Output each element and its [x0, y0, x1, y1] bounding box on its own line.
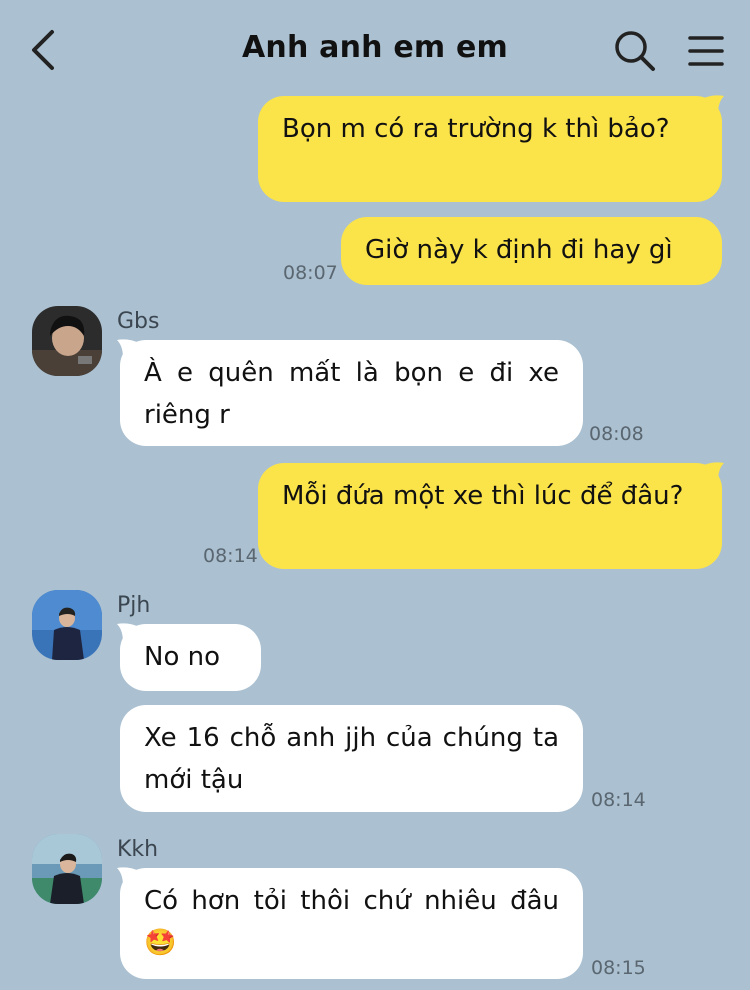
search-button[interactable] [612, 28, 658, 74]
sender-name: Gbs [117, 309, 160, 334]
chat-header: Anh anh em em [0, 0, 750, 100]
sender-name: Pjh [117, 593, 151, 618]
message-text: À e quên mất là bọn e đi xe riêng r [144, 358, 559, 430]
message-time: 08:14 [203, 545, 258, 567]
avatar-photo [32, 590, 102, 660]
message-text: Giờ này k định đi hay gì [365, 235, 673, 265]
bubble-tail [704, 95, 724, 114]
message-time: 08:15 [591, 957, 646, 979]
avatar-pjh[interactable] [32, 590, 102, 660]
menu-icon [688, 36, 724, 66]
menu-button[interactable] [686, 32, 726, 70]
avatar-kkh[interactable] [32, 834, 102, 904]
avatar-photo [32, 834, 102, 904]
bubble-tail [117, 623, 137, 642]
message-text: No no [144, 642, 221, 672]
message-bubble-outgoing[interactable]: Mỗi đứa một xe thì lúc để đâu? [258, 463, 722, 569]
message-bubble-incoming[interactable]: À e quên mất là bọn e đi xe riêng r [120, 340, 583, 446]
bubble-tail [704, 462, 724, 481]
avatar-gbs[interactable] [32, 306, 102, 376]
message-time: 08:08 [589, 423, 644, 445]
sender-name: Kkh [117, 837, 159, 862]
message-time: 08:14 [591, 789, 646, 811]
avatar-photo [32, 306, 102, 376]
message-bubble-incoming[interactable]: Có hơn tỏi thôi chứ nhiêu đâu🤩 [120, 868, 583, 979]
search-icon [615, 31, 655, 71]
message-bubble-incoming[interactable]: No no [120, 624, 261, 691]
message-text: Mỗi đứa một xe thì lúc để đâu? [282, 481, 684, 511]
message-bubble-outgoing[interactable]: Bọn m có ra trường k thì bảo? [258, 96, 722, 202]
message-bubble-incoming[interactable]: Xe 16 chỗ anh jjh của chúng ta mới tậu [120, 705, 583, 812]
bubble-tail [117, 339, 137, 358]
message-bubble-outgoing[interactable]: Giờ này k định đi hay gì [341, 217, 722, 285]
message-text: Xe 16 chỗ anh jjh của chúng ta mới tậu [144, 723, 559, 795]
message-time: 08:07 [283, 262, 338, 284]
bubble-tail [117, 867, 137, 886]
message-text: Bọn m có ra trường k thì bảo? [282, 114, 670, 144]
message-text: Có hơn tỏi thôi chứ nhiêu đâu🤩 [144, 886, 559, 958]
